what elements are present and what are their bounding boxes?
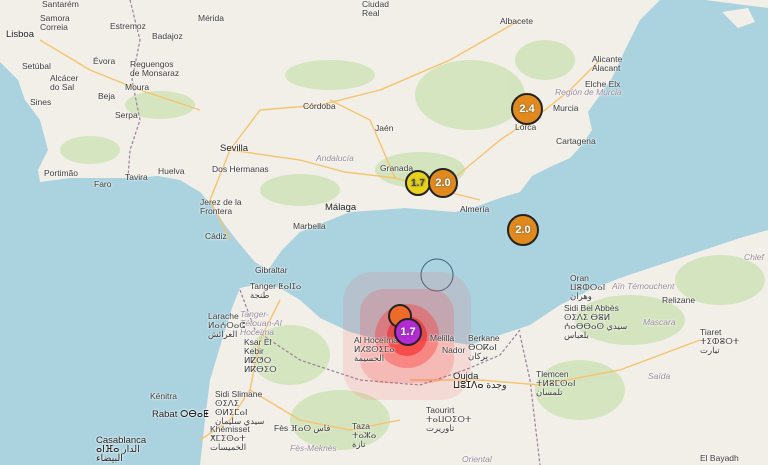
place-label: Sines bbox=[30, 97, 52, 107]
earthquake-marker[interactable]: 2.0 bbox=[428, 168, 458, 198]
place-label: Tanger ⵟⴰⵏⵊⴰ طنجة bbox=[250, 281, 302, 300]
place-label: Málaga bbox=[325, 202, 357, 213]
place-label: Beja bbox=[98, 91, 116, 101]
place-label: Casablanca ⴰⵏⴼⴰ الدار البيضاء bbox=[96, 435, 147, 464]
place-label: Évora bbox=[93, 56, 116, 66]
place-label: Estremoz bbox=[110, 21, 146, 31]
place-label: Oujda ⵡⵓⵊⴷⴰ وجدة bbox=[453, 371, 507, 391]
place-label: Tiaret ⵜⵉⵀⴻⵔⵜ تيارت bbox=[700, 327, 740, 355]
place-label: Sevilla bbox=[220, 143, 248, 154]
region-label: Saïda bbox=[648, 371, 671, 381]
place-label: Córdoba bbox=[303, 101, 336, 111]
place-label: Melilla bbox=[430, 333, 455, 343]
place-label: Lisboa bbox=[6, 29, 34, 40]
region-label: Chlef bbox=[744, 252, 764, 262]
place-label: Al Hoceïma ⵍⵃⵓⵙⵉⵎⴰ الحسيمة bbox=[354, 335, 398, 363]
place-label: Taourirt ⵜⴰⵡⵔⵉⵔⵜ تاوريرت bbox=[426, 405, 472, 433]
place-label: Portimão bbox=[44, 168, 79, 178]
place-label: Gibraltar bbox=[255, 265, 288, 275]
earthquake-marker[interactable]: 2.0 bbox=[507, 214, 539, 246]
place-label: Huelva bbox=[158, 166, 185, 176]
place-label: Murcia bbox=[553, 103, 579, 113]
region-label: Oriental bbox=[462, 454, 492, 464]
place-label: Marbella bbox=[293, 221, 326, 231]
place-label: Ksar El Kebir ⵍⵇⵚⵔ ⵍⴽⴱⵉⵔ bbox=[244, 337, 277, 374]
region-label: Tanger-Tétouan-Al Hoceïma bbox=[240, 309, 282, 337]
place-label: El Bayadh bbox=[700, 453, 739, 463]
place-label: Ciudad Real bbox=[362, 0, 389, 18]
place-label: Tavira bbox=[125, 172, 148, 182]
place-label: Tlemcen ⵜⵍⴻⵎⵙⴰⵏ تلمسان bbox=[536, 369, 576, 397]
place-label: Reguengos de Monsaraz bbox=[130, 59, 180, 78]
place-label: Granada bbox=[380, 163, 414, 173]
place-label: Fès ⴼⴰⵙ فاس bbox=[274, 423, 331, 433]
place-label: Jerez de la Frontera bbox=[200, 197, 242, 216]
place-label: Jaén bbox=[375, 123, 394, 133]
place-label: Larache ⵍⴰⵄⵔⴰⵛ العرائش bbox=[208, 311, 246, 339]
place-label: Serpa bbox=[115, 110, 138, 120]
place-label: Setúbal bbox=[22, 61, 51, 71]
place-label: Santarém bbox=[42, 0, 79, 9]
place-label: Samora Correia bbox=[40, 13, 70, 32]
place-label: Albacete bbox=[500, 16, 534, 26]
place-label: Alcácer do Sal bbox=[50, 73, 79, 92]
place-label: Faro bbox=[94, 179, 112, 189]
place-label: Berkane ⴱⵔⴽⴰⵏ بركان bbox=[468, 333, 500, 361]
place-label: Cádiz bbox=[205, 231, 227, 241]
region-label: Andalucía bbox=[316, 153, 354, 163]
place-label: Mérida bbox=[198, 13, 224, 23]
place-label: Relizane bbox=[662, 295, 696, 305]
place-label: Moura bbox=[125, 82, 150, 92]
region-label: Aïn Témouchent bbox=[612, 281, 675, 291]
place-label: Nador bbox=[442, 345, 466, 355]
place-label: Sidi Slimane ⵙⵉⴷⵉ ⵙⵍⵉⵎⴰⵏ سيدي سليمان bbox=[215, 389, 265, 426]
earthquake-marker[interactable]: 1.7 bbox=[394, 318, 422, 346]
region-label: Fès-Meknès bbox=[290, 443, 337, 453]
place-label: Sidi Bel Abbès ⵙⵉⴷⵉ ⴱⴻⵍ ⵄⴰⴱⴱⴰⵙ سيدي بلعب… bbox=[564, 303, 628, 340]
place-label: Rabat ⵔⴱⴰⵟ bbox=[152, 409, 209, 420]
place-label: Khémisset ⵅⵎⵉⵙⴰⵜ الخميسات bbox=[210, 424, 250, 452]
region-label: Mascara bbox=[643, 317, 676, 327]
place-label: Almería bbox=[460, 204, 490, 214]
place-label: Dos Hermanas bbox=[212, 164, 269, 174]
place-label: Cartagena bbox=[556, 136, 596, 146]
place-label: Kénitra bbox=[150, 391, 177, 401]
place-label: Alicante Alacant bbox=[592, 54, 623, 73]
place-label: Taza ⵜⴰⵣⴰ تازة bbox=[352, 421, 377, 449]
earthquake-marker[interactable]: 2.4 bbox=[511, 93, 543, 125]
map-view[interactable]: Lisboa Setúbal Samora Correia Alcácer do… bbox=[0, 0, 768, 465]
place-label: Badajoz bbox=[152, 31, 183, 41]
region-label: Región de Murcia bbox=[555, 87, 622, 97]
